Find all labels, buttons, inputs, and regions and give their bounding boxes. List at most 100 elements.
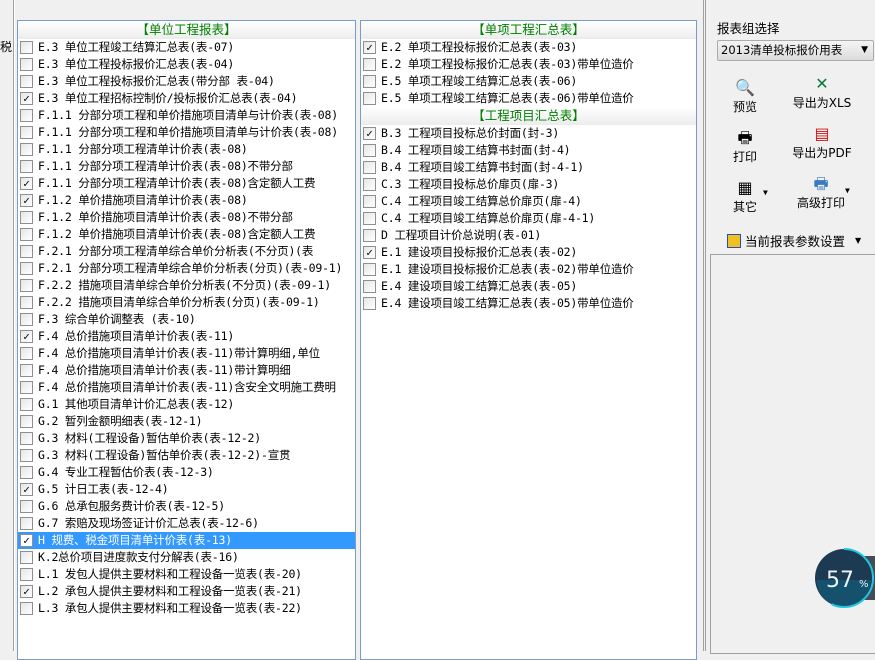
report-item[interactable]: G.3 材料(工程设备)暂估单价表(表-12-2): [18, 430, 355, 447]
report-checkbox[interactable]: [363, 263, 376, 276]
report-checkbox[interactable]: [20, 58, 33, 71]
report-item[interactable]: E.1 建设项目投标报价汇总表(表-02)带单位造价: [361, 261, 696, 278]
report-checkbox[interactable]: [20, 551, 33, 564]
report-item[interactable]: E.5 单项工程竣工结算汇总表(表-06): [361, 73, 696, 90]
preview-button[interactable]: 🔍 预览: [727, 78, 763, 115]
report-params-button[interactable]: 当前报表参数设置 ▼: [727, 231, 861, 250]
report-item[interactable]: F.2.2 措施项目清单综合单价分析表(不分页)(表-09-1): [18, 277, 355, 294]
report-checkbox[interactable]: [20, 432, 33, 445]
report-item[interactable]: F.1.1 分部分项工程和单价措施项目清单与计价表(表-08): [18, 124, 355, 141]
report-item[interactable]: F.1.2 单价措施项目清单计价表(表-08)不带分部: [18, 209, 355, 226]
report-item[interactable]: ✓ L.2 承包人提供主要材料和工程设备一览表(表-21): [18, 583, 355, 600]
report-item[interactable]: E.4 建设项目竣工结算汇总表(表-05)带单位造价: [361, 295, 696, 312]
report-checkbox[interactable]: [20, 602, 33, 615]
report-item[interactable]: G.1 其他项目清单计价汇总表(表-12): [18, 396, 355, 413]
report-checkbox[interactable]: [20, 398, 33, 411]
report-checkbox[interactable]: [363, 58, 376, 71]
report-checkbox[interactable]: [20, 347, 33, 360]
report-checkbox[interactable]: [20, 381, 33, 394]
report-item[interactable]: F.1.1 分部分项工程清单计价表(表-08)不带分部: [18, 158, 355, 175]
advanced-print-dropdown-icon[interactable]: ▼: [845, 186, 850, 195]
report-item[interactable]: G.6 总承包服务费计价表(表-12-5): [18, 498, 355, 515]
report-checkbox[interactable]: [20, 75, 33, 88]
report-item[interactable]: B.4 工程项目竣工结算书封面(封-4): [361, 142, 696, 159]
report-checkbox[interactable]: [20, 500, 33, 513]
report-item[interactable]: F.1.1 分部分项工程和单价措施项目清单与计价表(表-08): [18, 107, 355, 124]
report-checkbox[interactable]: [20, 517, 33, 530]
report-checkbox[interactable]: [20, 279, 33, 292]
report-item[interactable]: F.1.1 分部分项工程清单计价表(表-08): [18, 141, 355, 158]
report-checkbox[interactable]: [20, 211, 33, 224]
report-item[interactable]: ✓ F.1.2 单价措施项目清单计价表(表-08): [18, 192, 355, 209]
report-checkbox[interactable]: ✓: [363, 41, 376, 54]
report-checkbox[interactable]: [20, 296, 33, 309]
report-checkbox[interactable]: ✓: [20, 483, 33, 496]
report-item[interactable]: F.4 总价措施项目清单计价表(表-11)含安全文明施工费明: [18, 379, 355, 396]
report-checkbox[interactable]: [363, 280, 376, 293]
report-checkbox[interactable]: [363, 195, 376, 208]
report-item[interactable]: F.2.1 分部分项工程清单综合单价分析表(不分页)(表: [18, 243, 355, 260]
report-item[interactable]: E.4 建设项目竣工结算汇总表(表-05): [361, 278, 696, 295]
report-item[interactable]: L.3 承包人提供主要材料和工程设备一览表(表-22): [18, 600, 355, 617]
report-checkbox[interactable]: [20, 245, 33, 258]
report-checkbox[interactable]: [20, 160, 33, 173]
report-checkbox[interactable]: ✓: [20, 534, 33, 547]
report-checkbox[interactable]: ✓: [20, 330, 33, 343]
report-item[interactable]: ✓ H 规费、税金项目清单计价表(表-13): [18, 532, 355, 549]
usage-gauge[interactable]: 57 %: [813, 547, 875, 609]
print-button[interactable]: 🖶 打印: [727, 128, 763, 165]
summary-report-list[interactable]: 【单项工程汇总表】 ✓ E.2 单项工程投标报价汇总表(表-03) E.2 单项工程…: [360, 20, 697, 660]
report-checkbox[interactable]: [20, 466, 33, 479]
report-checkbox[interactable]: [20, 143, 33, 156]
report-item[interactable]: ✓ E.2 单项工程投标报价汇总表(表-03): [361, 39, 696, 56]
report-item[interactable]: E.3 单位工程投标报价汇总表(表-04): [18, 56, 355, 73]
report-item[interactable]: F.3 综合单价调整表 (表-10): [18, 311, 355, 328]
report-checkbox[interactable]: [20, 568, 33, 581]
other-button[interactable]: ▦ 其它: [727, 178, 763, 215]
report-checkbox[interactable]: [20, 109, 33, 122]
report-checkbox[interactable]: [363, 75, 376, 88]
report-item[interactable]: K.2总价项目进度款支付分解表(表-16): [18, 549, 355, 566]
export-xls-button[interactable]: ✕ 导出为XLS: [787, 74, 857, 111]
report-checkbox[interactable]: [363, 144, 376, 157]
report-item[interactable]: E.2 单项工程投标报价汇总表(表-03)带单位造价: [361, 56, 696, 73]
report-item[interactable]: F.4 总价措施项目清单计价表(表-11)带计算明细: [18, 362, 355, 379]
report-item[interactable]: E.3 单位工程投标报价汇总表(带分部 表-04): [18, 73, 355, 90]
report-item[interactable]: C.4 工程项目竣工结算总价扉页(扉-4): [361, 193, 696, 210]
report-checkbox[interactable]: [20, 364, 33, 377]
report-item[interactable]: ✓ B.3 工程项目投标总价封面(封-3): [361, 125, 696, 142]
report-item[interactable]: ✓ F.1.1 分部分项工程清单计价表(表-08)含定额人工费: [18, 175, 355, 192]
splitter[interactable]: [13, 0, 15, 651]
export-pdf-button[interactable]: ▤ 导出为PDF: [787, 124, 857, 161]
report-item[interactable]: E.3 单位工程竣工结算汇总表(表-07): [18, 39, 355, 56]
report-checkbox[interactable]: ✓: [363, 127, 376, 140]
report-checkbox[interactable]: [20, 449, 33, 462]
report-checkbox[interactable]: ✓: [363, 246, 376, 259]
report-item[interactable]: G.7 索赔及现场签证计价汇总表(表-12-6): [18, 515, 355, 532]
report-item[interactable]: F.2.1 分部分项工程清单综合单价分析表(分页)(表-09-1): [18, 260, 355, 277]
report-checkbox[interactable]: [20, 126, 33, 139]
report-checkbox[interactable]: [363, 229, 376, 242]
report-checkbox[interactable]: [363, 92, 376, 105]
report-group-select[interactable]: 2013清单投标报价用表 ▼: [717, 40, 874, 61]
report-checkbox[interactable]: [363, 297, 376, 310]
report-item[interactable]: G.2 暂列金额明细表(表-12-1): [18, 413, 355, 430]
report-checkbox[interactable]: ✓: [20, 177, 33, 190]
unit-report-list[interactable]: 【单位工程报表】 E.3 单位工程竣工结算汇总表(表-07) E.3 单位工程投标…: [17, 20, 356, 660]
report-checkbox[interactable]: [20, 415, 33, 428]
report-item[interactable]: ✓ E.3 单位工程招标控制价/投标报价汇总表(表-04): [18, 90, 355, 107]
report-checkbox[interactable]: ✓: [20, 585, 33, 598]
report-checkbox[interactable]: ✓: [20, 194, 33, 207]
report-checkbox[interactable]: [20, 228, 33, 241]
report-checkbox[interactable]: [363, 212, 376, 225]
report-item[interactable]: L.1 发包人提供主要材料和工程设备一览表(表-20): [18, 566, 355, 583]
report-item[interactable]: G.4 专业工程暂估价表(表-12-3): [18, 464, 355, 481]
advanced-print-button[interactable]: 🖶 高级打印: [791, 174, 851, 211]
report-item[interactable]: F.4 总价措施项目清单计价表(表-11)带计算明细,单位: [18, 345, 355, 362]
report-item[interactable]: ✓ G.5 计日工表(表-12-4): [18, 481, 355, 498]
report-item[interactable]: D 工程项目计价总说明(表-01): [361, 227, 696, 244]
report-checkbox[interactable]: [20, 41, 33, 54]
report-item[interactable]: G.3 材料(工程设备)暂估单价表(表-12-2)-宣贯: [18, 447, 355, 464]
report-item[interactable]: C.4 工程项目竣工结算总价扉页(扉-4-1): [361, 210, 696, 227]
report-checkbox[interactable]: [20, 313, 33, 326]
